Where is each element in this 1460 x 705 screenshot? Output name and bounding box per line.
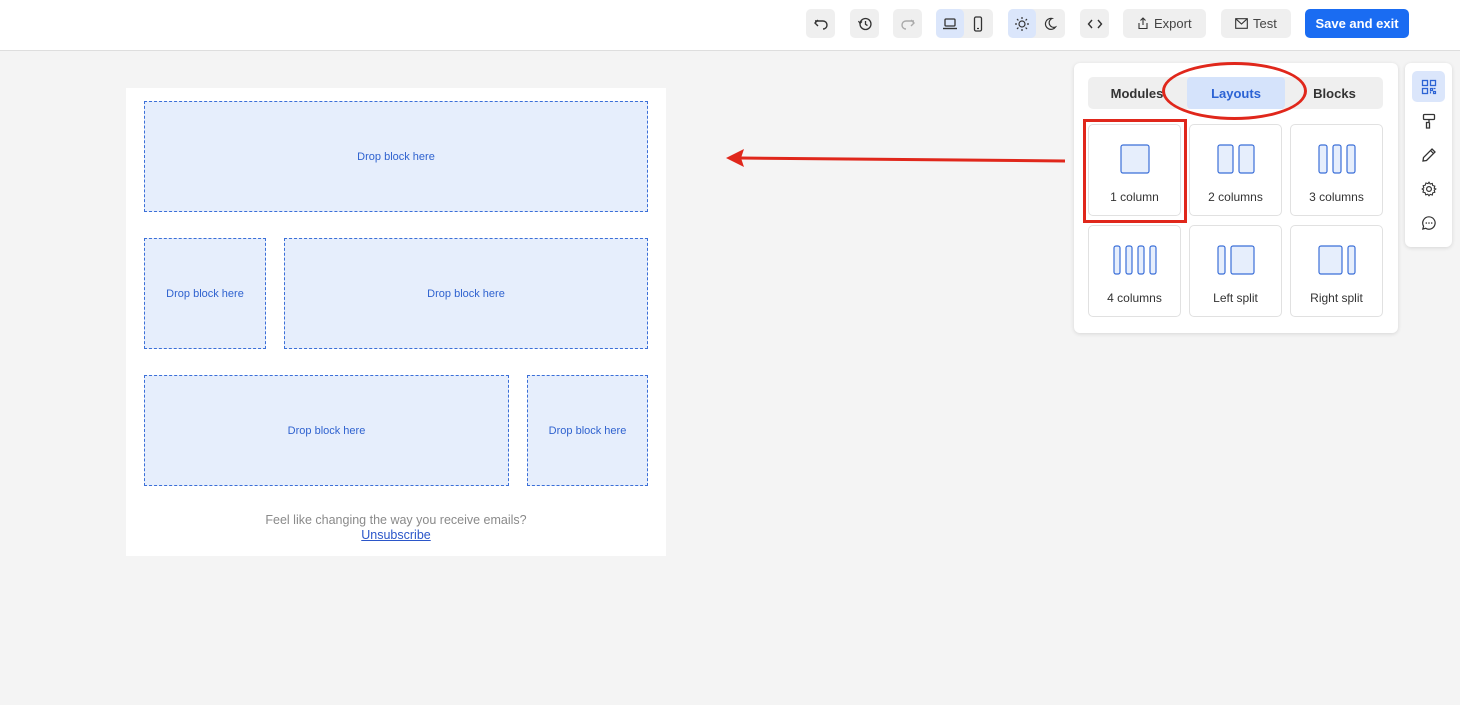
paint-roller-icon	[1422, 113, 1435, 129]
redo-button[interactable]	[893, 9, 922, 38]
moon-icon	[1044, 17, 1057, 30]
layout-2-columns[interactable]: 2 columns	[1189, 124, 1282, 216]
top-toolbar: Export Test Save and exit	[0, 0, 1460, 51]
laptop-icon	[943, 17, 957, 29]
drop-zone[interactable]: Drop block here	[527, 375, 648, 486]
left-split-icon	[1216, 245, 1255, 275]
code-icon	[1087, 19, 1102, 28]
rail-comments-button[interactable]	[1412, 207, 1445, 238]
annotation-rectangle	[1083, 119, 1187, 223]
annotation-oval	[1162, 62, 1307, 120]
mail-icon	[1235, 18, 1248, 29]
layout-label: Left split	[1213, 291, 1258, 305]
layout-label: 2 columns	[1208, 190, 1263, 204]
layout-3-columns[interactable]: 3 columns	[1290, 124, 1383, 216]
undo-button[interactable]	[806, 9, 835, 38]
dark-mode-button[interactable]	[1036, 9, 1064, 38]
rail-settings-button[interactable]	[1412, 173, 1445, 204]
test-button[interactable]: Test	[1221, 9, 1291, 38]
test-label: Test	[1253, 16, 1277, 31]
redo-icon	[900, 19, 915, 30]
drop-label: Drop block here	[166, 287, 244, 300]
rail-content-button[interactable]	[1412, 71, 1445, 102]
unsubscribe-link[interactable]: Unsubscribe	[361, 528, 430, 542]
four-columns-icon	[1112, 245, 1157, 275]
layout-right-split[interactable]: Right split	[1290, 225, 1383, 317]
export-icon	[1138, 17, 1148, 30]
grid-icon	[1421, 79, 1436, 94]
layout-label: 3 columns	[1309, 190, 1364, 204]
drop-zone[interactable]: Drop block here	[144, 375, 509, 486]
three-columns-icon	[1317, 144, 1356, 174]
drop-zone[interactable]: Drop block here	[284, 238, 648, 349]
drop-zone[interactable]: Drop block here	[144, 238, 266, 349]
sun-icon	[1015, 16, 1029, 31]
drop-zone[interactable]: Drop block here	[144, 101, 648, 212]
history-icon	[857, 17, 872, 30]
drop-label: Drop block here	[357, 150, 435, 163]
right-split-icon	[1317, 245, 1356, 275]
layout-4-columns[interactable]: 4 columns	[1088, 225, 1181, 317]
rail-style-button[interactable]	[1412, 105, 1445, 136]
save-and-exit-button[interactable]: Save and exit	[1305, 9, 1409, 38]
export-button[interactable]: Export	[1123, 9, 1206, 38]
two-columns-icon	[1216, 144, 1255, 174]
drop-label: Drop block here	[427, 287, 505, 300]
layout-left-split[interactable]: Left split	[1189, 225, 1282, 317]
mobile-view-button[interactable]	[964, 9, 992, 38]
theme-toggle	[1008, 9, 1065, 38]
history-button[interactable]	[850, 9, 879, 38]
layout-label: Right split	[1310, 291, 1363, 305]
layout-label: 4 columns	[1107, 291, 1162, 305]
light-mode-button[interactable]	[1008, 9, 1036, 38]
email-canvas: Drop block here Drop block here Drop blo…	[126, 88, 666, 556]
code-button[interactable]	[1080, 9, 1109, 38]
drop-label: Drop block here	[287, 424, 366, 437]
gear-icon	[1420, 180, 1437, 197]
export-label: Export	[1154, 16, 1192, 31]
desktop-view-button[interactable]	[936, 9, 964, 38]
undo-icon	[813, 19, 828, 30]
right-rail	[1405, 63, 1452, 247]
device-toggle	[936, 9, 993, 38]
pencil-icon	[1421, 147, 1436, 162]
drop-label: Drop block here	[548, 424, 627, 437]
chat-icon	[1421, 215, 1436, 230]
rail-edit-button[interactable]	[1412, 139, 1445, 170]
phone-icon	[973, 15, 983, 32]
footer-text: Feel like changing the way you receive e…	[265, 513, 527, 527]
